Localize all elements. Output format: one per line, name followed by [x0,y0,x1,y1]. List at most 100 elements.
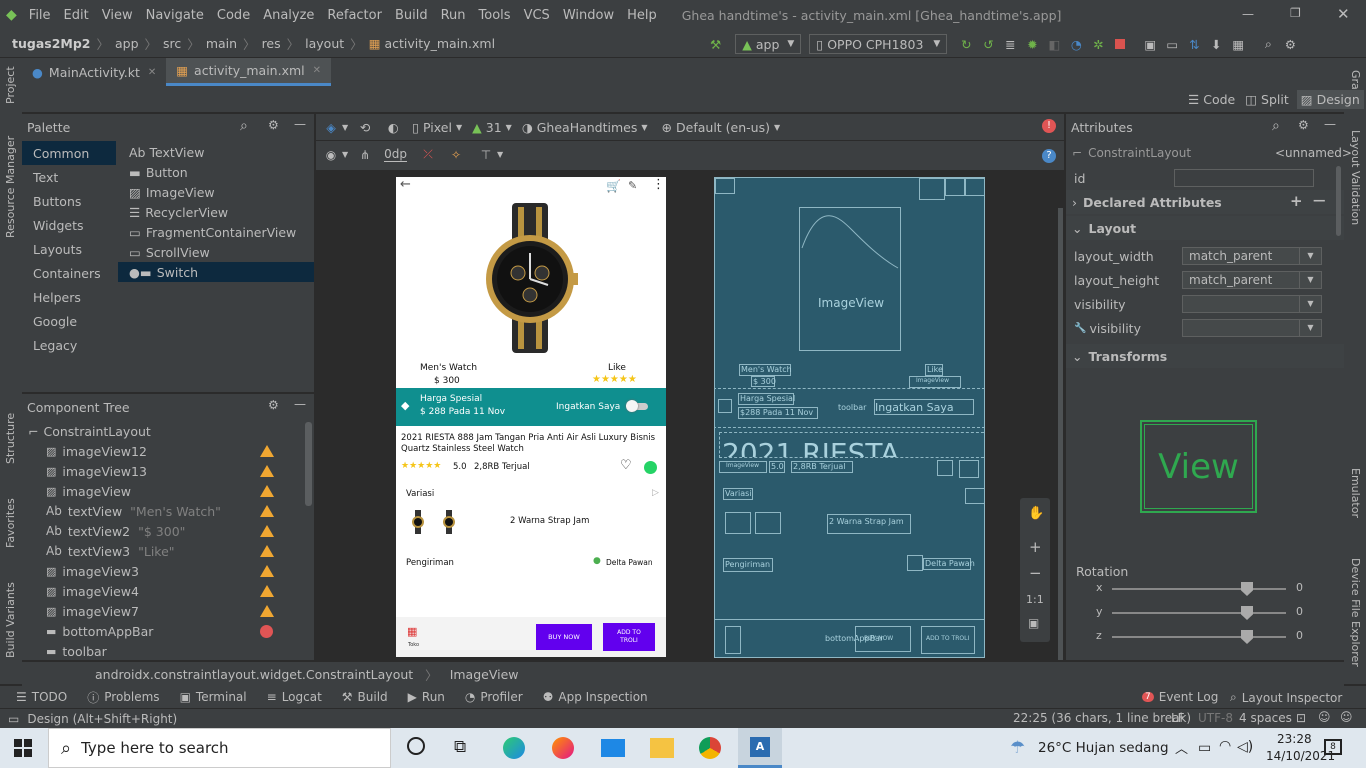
palette-category-widgets[interactable]: Widgets [22,213,116,237]
blueprint-ingatkan-box[interactable]: Ingatkan Saya [874,399,974,415]
rotation-x-slider[interactable] [1112,582,1286,596]
blueprint-pin-box[interactable] [907,555,923,571]
zoom-in-button[interactable]: + [1029,538,1042,556]
indent-setting[interactable]: 4 spaces [1239,711,1292,725]
breadcrumb-layout[interactable]: layout [305,36,344,51]
task-view-icon[interactable]: ⧉ [454,737,466,757]
inspector-icon[interactable]: ☺ [1318,710,1331,724]
warning-icon[interactable] [260,565,274,577]
magnet-icon[interactable]: ⋔ [354,144,376,166]
rotation-y-slider[interactable] [1112,606,1286,620]
blueprint-back-box[interactable] [715,178,735,194]
mail-icon[interactable] [601,739,625,757]
apply-code-changes-icon[interactable]: ↺ [977,33,999,55]
rotation-z-slider[interactable] [1112,630,1286,644]
tree-item-toolbar[interactable]: ▬ toolbar [46,641,298,661]
palette-category-google[interactable]: Google [22,309,116,333]
search-icon[interactable]: ⌕ [1257,33,1279,55]
guidelines-icon[interactable]: ⊤ [475,144,497,166]
menu-build[interactable]: Build [395,8,428,23]
infer-constraints-icon[interactable]: ✧ [445,144,467,166]
layout-validation-tool-tab[interactable]: Layout Validation [1349,130,1362,225]
logcat-tool-button[interactable]: ≡ Logcat [267,690,322,704]
ingatkan-switch[interactable] [626,400,648,412]
pan-hand-icon[interactable]: ✋ [1028,506,1044,521]
close-icon[interactable]: ✕ [148,67,156,78]
firefox-icon[interactable] [552,737,574,759]
error-indicator-icon[interactable]: ! [1042,119,1056,133]
event-log-tool-button[interactable]: 7 Event Log [1142,690,1218,704]
attribute-value-dropdown[interactable]: ▼ [1182,319,1322,337]
minimize-icon[interactable]: — [294,117,306,131]
variant-watch-icon[interactable] [411,510,425,534]
device-manager-icon[interactable]: ▣ [1139,33,1161,55]
zoom-actual-button[interactable]: 1:1 [1026,593,1044,606]
minimize-icon[interactable]: — [1324,117,1336,131]
chrome-icon[interactable] [699,737,721,759]
tree-item-textview2[interactable]: Ab textView2 "$ 300" [46,521,298,541]
variant-watch-icon[interactable] [442,510,456,534]
blueprint-harga-box[interactable]: Harga Spesial $288 Pada 11 Nov toolbar I… [715,388,984,428]
blueprint-more-box[interactable] [965,178,984,196]
gear-icon[interactable]: ⚙ [268,398,279,412]
lock-icon[interactable]: ⊡ [1296,711,1306,725]
blueprint-variant1-box[interactable] [725,512,751,534]
blueprint-description-box[interactable]: 2021 RIESTA [719,432,984,458]
theme-selector[interactable]: ◑ GheaHandtimes ▼ [522,120,648,135]
code-mode-button[interactable]: Code [1203,92,1235,107]
blueprint-pengiriman-box[interactable]: Pengiriman [723,558,773,572]
more-vert-icon[interactable]: ⋮ [652,177,665,192]
tab-activity-main[interactable]: ▦ activity_main.xml ✕ [166,58,332,86]
layout-section[interactable]: ⌄ Layout [1066,216,1344,240]
todo-tool-button[interactable]: ☰ TODO [16,690,67,704]
breadcrumb-main[interactable]: main [206,36,237,51]
logcat-icon[interactable]: ≣ [999,33,1021,55]
blueprint-buy-box[interactable]: BUY NOW [855,626,911,652]
blueprint-harga-label-box[interactable]: Harga Spesial [738,393,795,405]
tree-item-imageview12[interactable]: ▨ imageView12 [46,441,298,461]
tab-mainactivity[interactable]: ● MainActivity.kt ✕ [22,58,166,86]
night-mode-icon[interactable]: ◐ [382,116,404,138]
palette-item-scrollview[interactable]: ▭ ScrollView [118,242,314,262]
profiler-tool-button[interactable]: ◔ Profiler [465,690,523,704]
problems-tool-button[interactable]: ⓘ Problems [87,689,159,706]
tree-scrollbar[interactable] [305,422,312,506]
avd-manager-icon[interactable]: ▭ [1161,33,1183,55]
locale-selector[interactable]: ⊕ Default (en-us) ▼ [662,120,781,135]
hammer-icon[interactable]: ⚒ [710,37,721,52]
slider-knob[interactable] [1241,630,1253,644]
breadcrumb-file[interactable]: activity_main.xml [385,36,496,51]
blueprint-strap-box[interactable]: 2 Warna Strap Jam [827,514,911,534]
split-mode-button[interactable]: Split [1261,92,1289,107]
design-preview-phone[interactable]: ← 🛒 ✎ ⋮ Men's Watch $ 300 Like ★★★★★ ◆ H… [396,177,666,657]
palette-item-fragmentcontainerview[interactable]: ▭ FragmentContainerView [118,222,314,242]
settings-icon[interactable]: ⚙ [1279,33,1301,55]
menu-vcs[interactable]: VCS [524,8,550,23]
attribute-value-dropdown[interactable]: match_parent ▼ [1182,247,1322,265]
blueprint-mens-box[interactable]: Men's Watch [739,364,792,376]
warning-icon[interactable] [260,485,274,497]
tree-item-imageview3[interactable]: ▨ imageView3 [46,561,298,581]
back-arrow-icon[interactable]: ← [400,177,411,192]
declared-attributes-section[interactable]: › Declared Attributes + — [1066,190,1344,214]
zoom-out-button[interactable]: − [1029,564,1042,582]
app-inspection-tool-button[interactable]: ⚉ App Inspection [543,690,648,704]
warning-icon[interactable] [260,605,274,617]
palette-category-layouts[interactable]: Layouts [22,237,116,261]
blueprint-imageview-box[interactable]: ImageView [799,207,901,351]
menu-help[interactable]: Help [627,8,657,23]
minimize-button[interactable]: — [1242,7,1254,21]
taskbar-search-box[interactable]: ⌕ Type here to search [48,728,391,768]
resource-manager-tool-tab[interactable]: Resource Manager [4,136,17,238]
profile-icon[interactable]: ◧ [1043,33,1065,55]
volume-icon[interactable]: ◁) [1237,739,1253,755]
edge-icon[interactable] [503,737,525,759]
blueprint-edit-box[interactable] [945,178,965,196]
menu-code[interactable]: Code [217,8,250,23]
warning-icon[interactable] [260,465,274,477]
cart-icon[interactable]: 🛒 [606,179,621,193]
sdk-manager-icon[interactable]: ⬇ [1205,33,1227,55]
favorites-tool-tab[interactable]: Favorites [4,498,17,548]
run-config-dropdown[interactable]: ▲ app ▼ [735,34,802,54]
blueprint-heart-box[interactable] [937,460,953,476]
